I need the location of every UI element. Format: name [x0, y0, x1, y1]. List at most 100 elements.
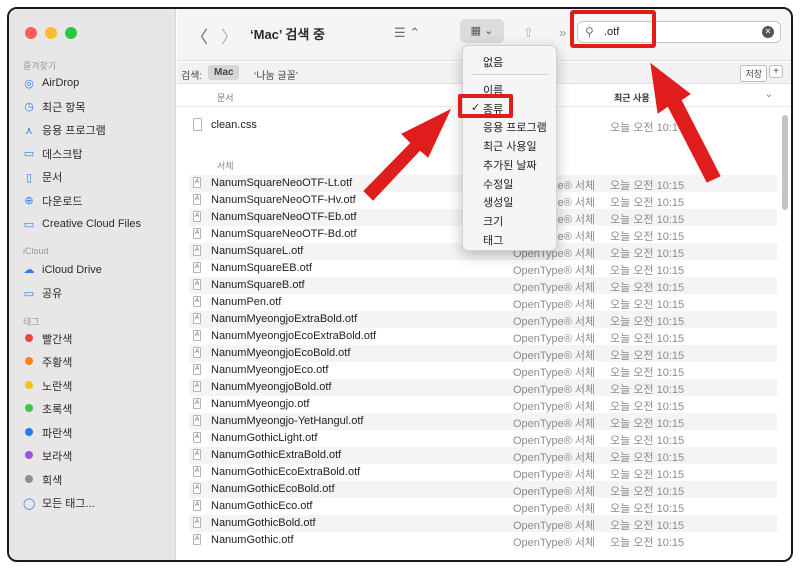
cloud-icon: ☁ — [23, 264, 35, 276]
column-name-header[interactable]: 문서 — [217, 91, 234, 104]
file-name: NanumMyeongjo-YetHangul.otf — [211, 415, 364, 427]
file-date: 오늘 오전 10:15 — [610, 231, 685, 243]
sidebar-item[interactable]: 파란색 — [23, 423, 72, 443]
group-view-button[interactable]: ▦ ⌄ — [460, 19, 504, 43]
file-row[interactable]: A NanumMyeongjoBold.otf OpenType® 서체 오늘 오전 … — [189, 379, 777, 396]
menu-separator — [471, 74, 548, 75]
menu-item-group[interactable]: 최근 사용일 — [483, 138, 537, 154]
file-date: 오늘 오전 10:15 — [610, 401, 685, 413]
font-file-icon: A — [193, 415, 201, 426]
sidebar-item[interactable]: ▭ 데스크탑 — [23, 144, 83, 164]
menu-item-group[interactable]: 태그 — [483, 232, 503, 248]
sidebar-item-label: AirDrop — [42, 77, 80, 89]
close-window-button[interactable] — [25, 27, 37, 39]
sidebar-item[interactable]: ⋏ 응용 프로그램 — [23, 120, 106, 140]
file-kind: OpenType® 서체 — [513, 384, 596, 396]
sidebar-item[interactable]: ◷ 최근 항목 — [23, 97, 85, 117]
font-file-icon: A — [193, 466, 201, 477]
file-row[interactable]: A NanumSquareEB.otf OpenType® 서체 오늘 오전 10:1… — [189, 260, 777, 277]
save-search-button[interactable]: 저장 — [740, 65, 767, 82]
group-heading-fonts: 서체 — [217, 161, 234, 171]
menu-item-none[interactable]: 없음 — [483, 54, 503, 70]
sidebar-item-label: 데스크탑 — [42, 148, 83, 161]
file-date: 오늘 오전 10:15 — [610, 248, 685, 260]
file-date: 오늘 오전 10:15 — [610, 350, 685, 362]
file-row[interactable]: A NanumMyeongjo-YetHangul.otf OpenType® 서체… — [189, 413, 777, 430]
font-file-icon: A — [193, 330, 201, 341]
all-tags-icon: ◯ — [23, 497, 36, 510]
sidebar-item[interactable]: 노란색 — [23, 376, 72, 396]
file-row[interactable]: A NanumGothicEcoBold.otf OpenType® 서체 오늘 오전… — [189, 481, 777, 498]
sidebar-item[interactable]: ▭ 공유 — [23, 283, 62, 303]
font-file-icon: A — [193, 177, 201, 188]
column-date-header[interactable]: 최근 사용 — [614, 91, 650, 104]
file-row[interactable]: A NanumGothicEcoExtraBold.otf OpenType® 서체… — [189, 464, 777, 481]
file-row[interactable]: A NanumGothicBold.otf OpenType® 서체 오늘 오전 10… — [189, 515, 777, 532]
sidebar-item[interactable]: 보라색 — [23, 446, 72, 466]
file-kind: OpenType® 서체 — [513, 316, 596, 328]
more-toolbar-icon[interactable]: » — [559, 25, 566, 40]
sidebar-item[interactable]: 회색 — [23, 470, 62, 490]
file-row[interactable]: A NanumMyeongjoEcoExtraBold.otf OpenType® … — [189, 328, 777, 345]
menu-item-group[interactable]: 수정일 — [483, 176, 513, 192]
file-row[interactable]: A NanumSquareB.otf OpenType® 서체 오늘 오전 10:15 — [189, 277, 777, 294]
file-name: NanumMyeongjoExtraBold.otf — [211, 313, 358, 325]
font-file-icon: A — [193, 296, 201, 307]
file-date: 오늘 오전 10:1 — [610, 122, 679, 134]
sidebar-heading: 태그 — [23, 316, 40, 327]
file-row[interactable]: A NanumGothicLight.otf OpenType® 서체 오늘 오전 1… — [189, 430, 777, 447]
minimize-window-button[interactable] — [45, 27, 57, 39]
forward-button[interactable]: 〉 — [221, 23, 238, 48]
menu-item-group[interactable]: 응용 프로그램 — [483, 119, 547, 135]
sidebar-item[interactable]: 초록색 — [23, 399, 72, 419]
list-view-icon[interactable]: ☰ ⌃ — [394, 25, 420, 41]
font-file-icon: A — [193, 364, 201, 375]
file-row[interactable]: A NanumMyeongjoExtraBold.otf OpenType® 서체 오… — [189, 311, 777, 328]
file-row[interactable]: A NanumMyeongjo.otf OpenType® 서체 오늘 오전 10:1… — [189, 396, 777, 413]
file-kind: OpenType® 서체 — [513, 418, 596, 430]
file-date: 오늘 오전 10:15 — [610, 435, 685, 447]
scrollbar[interactable] — [782, 115, 788, 210]
sidebar-item[interactable]: ⊕ 다운로드 — [23, 191, 82, 211]
font-file-icon: A — [193, 245, 201, 256]
sidebar-item[interactable]: ☁ iCloud Drive — [23, 260, 102, 280]
sidebar-item[interactable]: 빨간색 — [23, 329, 72, 349]
file-row[interactable]: A NanumMyeongjoEcoBold.otf OpenType® 서체 오늘 … — [189, 345, 777, 362]
add-criteria-button[interactable]: + — [769, 65, 783, 78]
applications-icon: ⋏ — [24, 124, 34, 137]
file-row[interactable]: A NanumPen.otf OpenType® 서체 오늘 오전 10:15 — [189, 294, 777, 311]
scope-mac-button[interactable]: Mac — [208, 65, 240, 80]
sidebar-item[interactable]: 주황색 — [23, 352, 72, 372]
menu-item-group[interactable]: 생성일 — [483, 194, 513, 210]
file-date: 오늘 오전 10:15 — [610, 520, 685, 532]
file-date: 오늘 오전 10:15 — [610, 180, 685, 192]
file-row[interactable]: A NanumGothicExtraBold.otf OpenType® 서체 오늘 … — [189, 447, 777, 464]
font-file-icon: A — [193, 534, 201, 545]
file-kind: OpenType® 서체 — [513, 367, 596, 379]
clock-icon: ◷ — [24, 101, 34, 113]
sidebar-item[interactable]: ▯ 문서 — [23, 167, 62, 187]
file-date: 오늘 오전 10:15 — [610, 469, 685, 481]
kind-highlight-box — [458, 94, 513, 118]
scope-folder-button[interactable]: ‘나눔 글꼴’ — [254, 67, 298, 82]
file-kind: OpenType® 서체 — [513, 401, 596, 413]
file-row[interactable]: A NanumMyeongjoEco.otf OpenType® 서체 오늘 오전 1… — [189, 362, 777, 379]
file-row[interactable]: A NanumGothic.otf OpenType® 서체 오늘 오전 10:15 — [189, 532, 777, 549]
sidebar-item-label: 문서 — [42, 172, 63, 184]
back-button[interactable]: 〈 — [191, 23, 208, 48]
menu-item-group[interactable]: 추가된 날짜 — [483, 157, 537, 173]
file-row[interactable]: A NanumGothicEco.otf OpenType® 서체 오늘 오전 10:… — [189, 498, 777, 515]
menu-item-group[interactable]: 크기 — [483, 213, 503, 229]
column-chevron-icon[interactable]: ⌄ — [765, 89, 773, 100]
share-icon[interactable]: ⇧ — [523, 25, 534, 41]
file-name: NanumMyeongjo.otf — [211, 398, 310, 410]
clear-search-icon[interactable]: ✕ — [762, 26, 774, 38]
sidebar-item[interactable]: ◯ 모든 태그... — [23, 493, 95, 513]
sidebar-item[interactable]: ◎ AirDrop — [23, 73, 79, 93]
file-name: NanumGothicEco.otf — [211, 500, 313, 512]
search-highlight-box — [570, 10, 656, 48]
zoom-window-button[interactable] — [65, 27, 77, 39]
sidebar-item[interactable]: ▭ Creative Cloud Files — [23, 214, 141, 234]
file-date: 오늘 오전 10:15 — [610, 265, 685, 277]
file-name: NanumSquareNeoOTF-Eb.otf — [211, 211, 357, 223]
